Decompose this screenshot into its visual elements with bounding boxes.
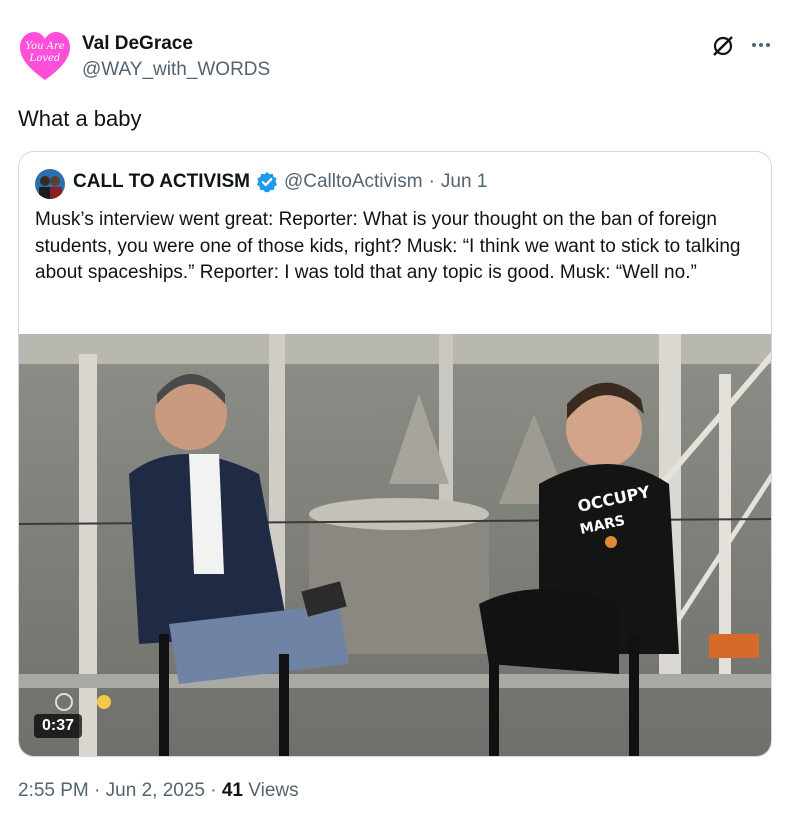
meta-separator: · <box>210 780 217 801</box>
views-count: 41 <box>221 780 243 801</box>
meta-separator: · <box>94 780 101 801</box>
avatar-text-line2: Loved <box>29 53 61 64</box>
verified-badge-icon <box>256 171 278 193</box>
quoted-avatar[interactable] <box>35 169 65 199</box>
tweet-text: What a baby <box>18 106 142 131</box>
tweet-time[interactable]: 2:55 PM <box>18 780 89 801</box>
tweet-meta: 2:55 PM · Jun 2, 2025 · 41 Views <box>18 780 299 802</box>
avatar-text-line1: You Are <box>25 41 64 52</box>
separator-dot: · <box>428 171 435 192</box>
quoted-name[interactable]: CALL TO ACTIVISM <box>73 171 250 193</box>
video-player[interactable]: OCCUPY MARS 0:37 <box>19 334 771 756</box>
quoted-tweet[interactable]: CALL TO ACTIVISM @CalltoActivism · Jun 1… <box>18 151 772 757</box>
views-label: Views <box>248 780 299 801</box>
heart-avatar-icon: You Are Loved <box>20 32 70 80</box>
more-options-icon[interactable] <box>748 34 774 56</box>
author-handle[interactable]: @WAY_with_WORDS <box>82 59 270 81</box>
video-frame: OCCUPY MARS <box>19 334 771 756</box>
author-name[interactable]: Val DeGrace <box>82 33 193 55</box>
grok-icon[interactable] <box>710 33 736 59</box>
author-avatar[interactable]: You Are Loved <box>18 30 72 84</box>
quoted-header: CALL TO ACTIVISM @CalltoActivism · Jun 1 <box>73 171 487 193</box>
video-duration: 0:37 <box>34 714 83 738</box>
quoted-handle[interactable]: @CalltoActivism <box>284 171 423 193</box>
quoted-date[interactable]: Jun 1 <box>441 171 487 193</box>
tweet-date[interactable]: Jun 2, 2025 <box>106 780 205 801</box>
quoted-text: Musk’s interview went great: Reporter: W… <box>35 209 741 283</box>
